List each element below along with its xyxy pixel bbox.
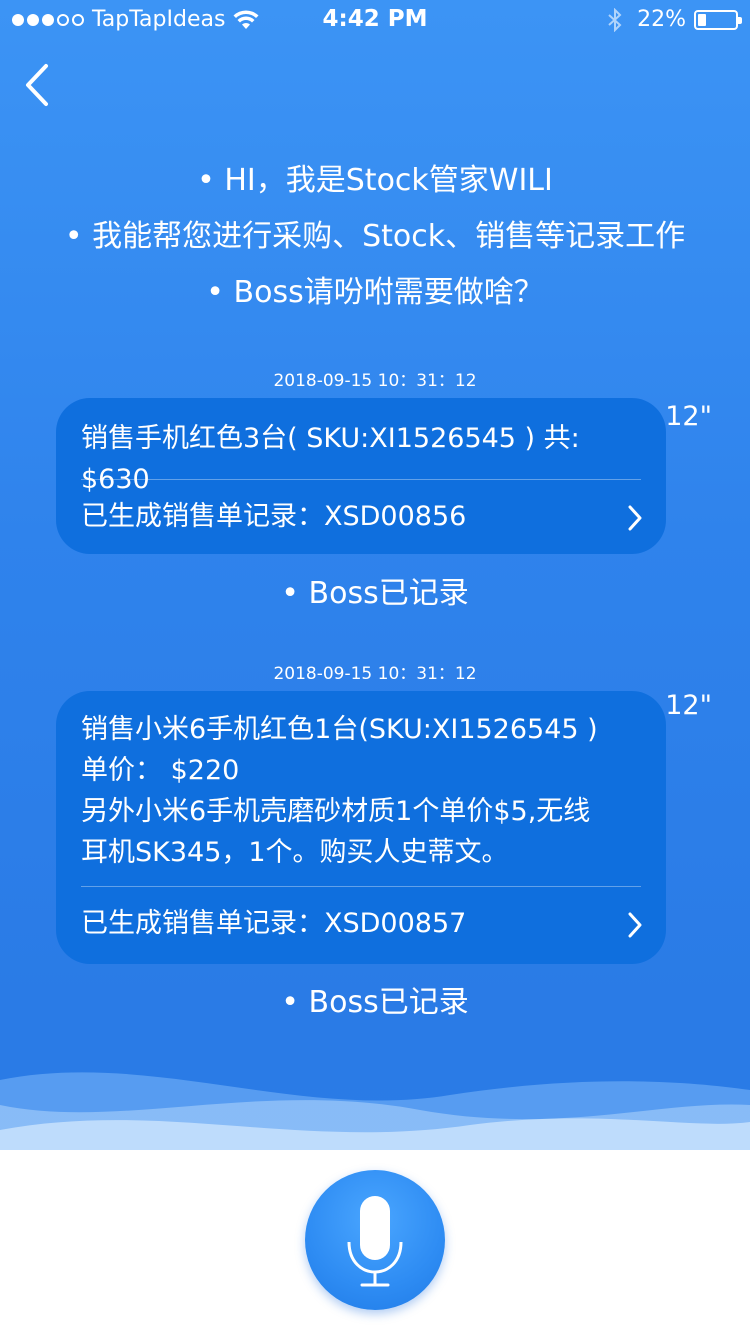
intro-line: • HI，我是Stock管家WILI [197, 163, 553, 198]
chevron-right-icon [628, 912, 642, 938]
sales-record-link[interactable]: 已生成销售单记录：XSD00856 [81, 480, 642, 554]
microphone-icon [347, 1196, 403, 1287]
message-timestamp: 2018-09-15 10：31：12 [273, 664, 477, 684]
chat-screen: TapTapIdeas 4:42 PM 22% • HI，我是Stock管家WI… [0, 0, 750, 1334]
voice-record-button[interactable] [305, 1170, 445, 1310]
record-label: 已生成销售单记录：XSD00856 [81, 501, 467, 532]
bluetooth-icon [608, 7, 622, 32]
message-bubble: 销售小米6手机红色1台(SKU:XI1526545 ) 单价： $220 另外小… [56, 691, 666, 964]
intro-line: • Boss请吩咐需要做啥？ [206, 275, 544, 310]
message-bubble: 销售手机红色3台( SKU:XI1526545 ) 共: $630 已生成销售单… [56, 398, 666, 554]
back-button[interactable] [20, 60, 54, 110]
confirm-text: • Boss已记录 [281, 985, 469, 1020]
confirm-text: • Boss已记录 [281, 576, 469, 611]
voice-duration: 12" [665, 401, 712, 432]
voice-duration: 12" [665, 690, 712, 721]
message-timestamp: 2018-09-15 10：31：12 [273, 371, 477, 391]
chevron-right-icon [628, 505, 642, 531]
intro-line: • 我能帮您进行采购、Stock、销售等记录工作 [64, 219, 686, 254]
status-bar: TapTapIdeas 4:42 PM 22% [0, 0, 750, 40]
record-label: 已生成销售单记录：XSD00857 [81, 908, 467, 939]
message-text: 单价： $220 [81, 755, 240, 786]
message-text: 另外小米6手机壳磨砂材质1个单价$5,无线 [81, 796, 591, 827]
message-text: 耳机SK345，1个。购买人史蒂文。 [81, 837, 509, 868]
battery-percent: 22% [637, 7, 686, 32]
battery-icon [694, 9, 742, 30]
message-text: 销售小米6手机红色1台(SKU:XI1526545 ) [81, 714, 598, 745]
message-text: 销售手机红色3台( SKU:XI1526545 ) 共: $630 [81, 423, 580, 495]
sales-record-link[interactable]: 已生成销售单记录：XSD00857 [81, 887, 642, 961]
